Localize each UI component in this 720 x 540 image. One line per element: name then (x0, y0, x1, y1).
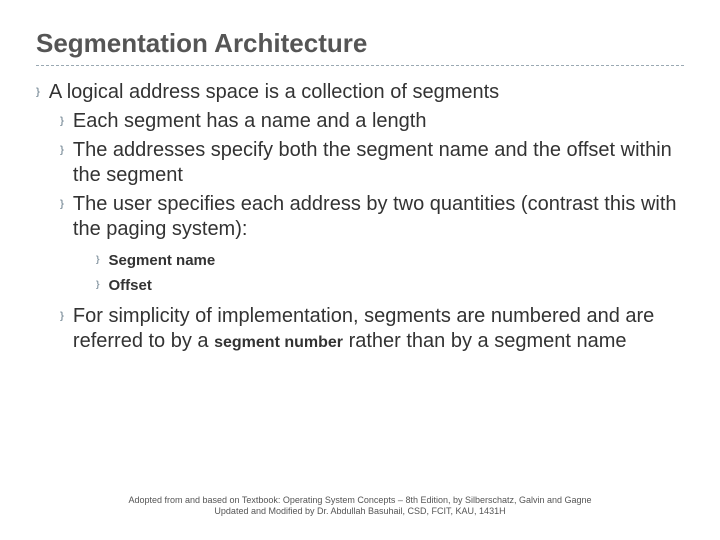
bullet-text: Each segment has a name and a length (73, 109, 427, 134)
bullet-level1: } The addresses specify both the segment… (60, 138, 684, 188)
slide-footer: Adopted from and based on Textbook: Oper… (0, 495, 720, 518)
bullet-icon: } (60, 117, 63, 127)
bullet-icon: } (96, 280, 99, 289)
bullet-text: For simplicity of implementation, segmen… (73, 304, 684, 354)
bullet-text: The user specifies each address by two q… (73, 192, 684, 242)
text-fragment: rather than by a segment name (343, 330, 627, 352)
bullet-level2: } Offset (96, 275, 684, 296)
slide-title: Segmentation Architecture (36, 28, 684, 66)
bullet-icon: } (36, 88, 39, 98)
bullet-icon: } (60, 146, 63, 156)
keyword-segment-number: segment number (214, 334, 343, 351)
bullet-icon: } (60, 200, 63, 210)
bullet-icon: } (96, 255, 99, 264)
bullet-text: A logical address space is a collection … (49, 80, 499, 105)
footer-line1: Adopted from and based on Textbook: Oper… (0, 495, 720, 507)
bullet-text: Segment name (109, 250, 216, 271)
bullet-text: The addresses specify both the segment n… (73, 138, 684, 188)
bullet-level1: } The user specifies each address by two… (60, 192, 684, 242)
bullet-level0: } A logical address space is a collectio… (36, 80, 684, 105)
bullet-level1: } For simplicity of implementation, segm… (60, 304, 684, 354)
bullet-level2: } Segment name (96, 250, 684, 271)
footer-line2: Updated and Modified by Dr. Abdullah Bas… (0, 506, 720, 518)
bullet-level1: } Each segment has a name and a length (60, 109, 684, 134)
bullet-icon: } (60, 312, 63, 322)
slide: Segmentation Architecture } A logical ad… (0, 0, 720, 540)
bullet-text: Offset (109, 275, 152, 296)
